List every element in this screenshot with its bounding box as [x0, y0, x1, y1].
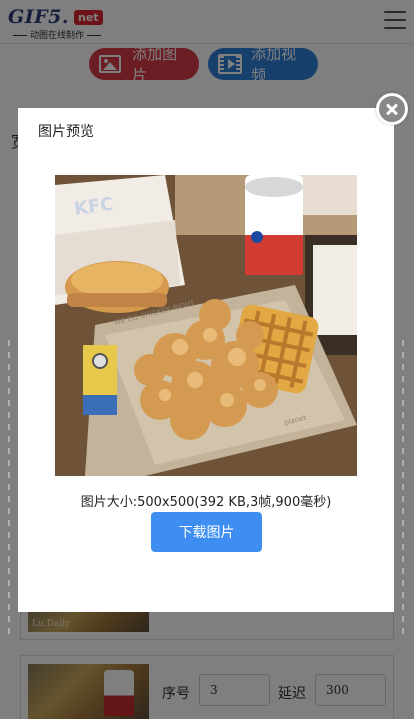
download-image-button[interactable]: 下载图片: [151, 512, 262, 552]
preview-image: KFC WE DO CHICKEN RIGHT planet: [55, 175, 357, 476]
dialog-title: 图片预览: [38, 124, 94, 140]
dashed-border: [402, 340, 404, 640]
dashed-border: [8, 340, 10, 640]
close-icon[interactable]: [376, 93, 408, 125]
image-preview-dialog: 图片预览 KFC WE DO CHICKEN RIGHT planet 图片大小…: [18, 108, 394, 612]
image-info-text: 图片大小:500x500(392 KB,3帧,900毫秒): [80, 495, 332, 510]
